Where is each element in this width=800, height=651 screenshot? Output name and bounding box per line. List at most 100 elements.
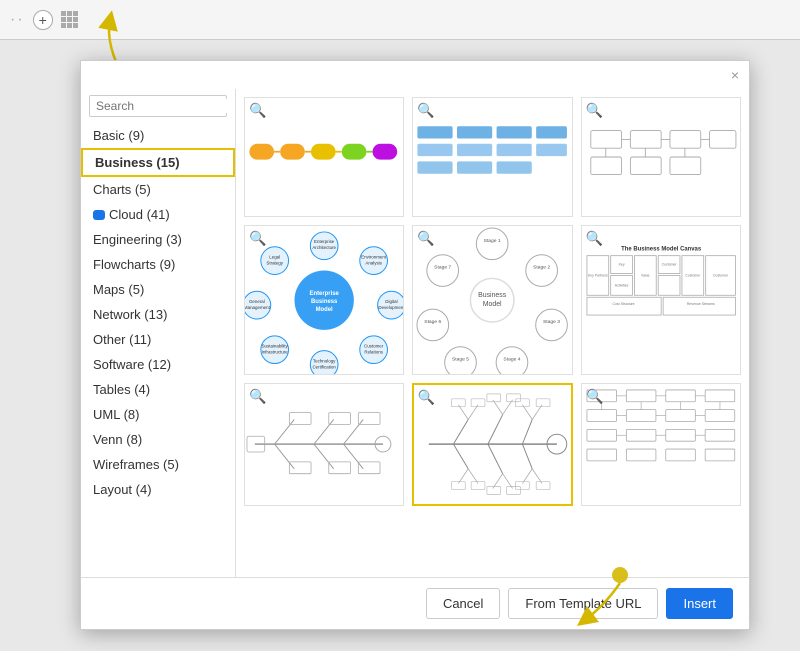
sidebar-item-label-wireframes: Wireframes (5)	[93, 457, 179, 472]
svg-text:Customer: Customer	[713, 273, 729, 277]
sidebar-item-business[interactable]: Business (15)	[81, 148, 235, 177]
svg-text:Stage 3: Stage 3	[543, 319, 560, 325]
template-preview-4: Enterprise Business Model Enterprise Arc…	[245, 226, 403, 374]
svg-text:Revenue Streams: Revenue Streams	[687, 302, 715, 306]
zoom-icon-6: 🔍	[586, 230, 603, 247]
svg-text:Model: Model	[483, 301, 502, 308]
svg-text:Enterprise: Enterprise	[314, 239, 335, 244]
sidebar-item-venn[interactable]: Venn (8)	[81, 427, 235, 452]
svg-text:Environment: Environment	[361, 255, 387, 260]
cloud-icon	[93, 210, 105, 220]
svg-text:Customer: Customer	[661, 263, 677, 267]
sidebar-item-label-cloud: Cloud (41)	[109, 207, 170, 222]
svg-text:Activities: Activities	[614, 283, 628, 287]
sidebar-item-label-engineering: Engineering (3)	[93, 232, 182, 247]
template-preview-8	[414, 385, 572, 503]
template-preview-5: Business Model Stage 1 Stage 2 Stage 3 S…	[413, 226, 571, 374]
template-preview-3	[582, 98, 740, 216]
from-template-url-button[interactable]: From Template URL	[508, 588, 658, 619]
template-grid: 🔍 🔍	[236, 89, 749, 577]
svg-text:Business: Business	[311, 299, 338, 305]
sidebar-item-other[interactable]: Other (11)	[81, 327, 235, 352]
sidebar-item-label-layout: Layout (4)	[93, 482, 152, 497]
add-button[interactable]: +	[33, 10, 53, 30]
sidebar-item-label-network: Network (13)	[93, 307, 167, 322]
svg-text:Analysis: Analysis	[365, 261, 382, 266]
template-cell-8[interactable]: 🔍	[412, 383, 574, 505]
sidebar-item-engineering[interactable]: Engineering (3)	[81, 227, 235, 252]
sidebar-item-label-software: Software (12)	[93, 357, 171, 372]
svg-text:Business: Business	[478, 292, 507, 299]
svg-text:Relations: Relations	[364, 350, 383, 355]
svg-text:Stage 5: Stage 5	[452, 357, 469, 363]
sidebar-item-wireframes[interactable]: Wireframes (5)	[81, 452, 235, 477]
template-preview-1	[245, 98, 403, 216]
sidebar-item-label-other: Other (11)	[93, 332, 151, 347]
svg-text:Development: Development	[378, 305, 403, 310]
sidebar-item-label-venn: Venn (8)	[93, 432, 142, 447]
svg-text:Technology: Technology	[313, 359, 336, 364]
svg-text:Stage 6: Stage 6	[425, 319, 442, 325]
svg-text:Management: Management	[245, 305, 271, 310]
zoom-icon-5: 🔍	[417, 230, 434, 247]
template-preview-9	[582, 384, 740, 504]
search-box[interactable]: 🔍	[89, 95, 227, 117]
sidebar-item-label-flowcharts: Flowcharts (9)	[93, 257, 175, 272]
svg-text:Digital: Digital	[385, 299, 397, 304]
template-row-1: 🔍 🔍	[244, 97, 741, 217]
toolbar: ·· +	[0, 0, 800, 40]
svg-text:Enterprise: Enterprise	[310, 291, 340, 297]
search-input[interactable]	[96, 99, 236, 113]
template-cell-7[interactable]: 🔍	[244, 383, 404, 505]
sidebar-item-label-business: Business (15)	[95, 155, 180, 170]
sidebar-item-label-basic: Basic (9)	[93, 128, 144, 143]
template-preview-7	[245, 384, 403, 504]
zoom-icon-9: 🔍	[586, 388, 603, 405]
svg-text:Architecture: Architecture	[312, 245, 336, 250]
svg-text:Certification: Certification	[312, 364, 336, 369]
zoom-icon-1: 🔍	[249, 102, 266, 119]
dialog-footer: Cancel From Template URL Insert	[81, 577, 749, 629]
svg-text:Stage 1: Stage 1	[484, 238, 501, 244]
sidebar-item-charts[interactable]: Charts (5)	[81, 177, 235, 202]
zoom-icon-7: 🔍	[249, 388, 266, 405]
toolbar-dots: ··	[10, 11, 25, 29]
sidebar-item-label-tables: Tables (4)	[93, 382, 150, 397]
template-preview-6: The Business Model Canvas Key Partners K…	[582, 226, 740, 374]
template-cell-6[interactable]: 🔍 The Business Model Canvas	[581, 225, 741, 375]
template-cell-2[interactable]: 🔍	[412, 97, 572, 217]
sidebar-item-software[interactable]: Software (12)	[81, 352, 235, 377]
template-cell-4[interactable]: 🔍 Enterprise Business Model Enterprise A…	[244, 225, 404, 375]
svg-text:Infrastructure: Infrastructure	[262, 350, 289, 355]
sidebar-item-layout[interactable]: Layout (4)	[81, 477, 235, 502]
insert-button[interactable]: Insert	[666, 588, 733, 619]
cancel-button[interactable]: Cancel	[426, 588, 500, 619]
svg-text:Value: Value	[641, 273, 650, 277]
svg-text:Customer: Customer	[685, 273, 701, 277]
dialog-body: 🔍 Basic (9) Business (15) Charts (5) Cloud …	[81, 89, 749, 577]
sidebar-item-flowcharts[interactable]: Flowcharts (9)	[81, 252, 235, 277]
template-cell-1[interactable]: 🔍	[244, 97, 404, 217]
grid-icon	[61, 11, 79, 29]
zoom-icon-3: 🔍	[586, 102, 603, 119]
sidebar-item-label-maps: Maps (5)	[93, 282, 144, 297]
svg-text:Key Partners: Key Partners	[588, 273, 608, 277]
template-cell-3[interactable]: 🔍	[581, 97, 741, 217]
zoom-icon-2: 🔍	[417, 102, 434, 119]
sidebar-item-network[interactable]: Network (13)	[81, 302, 235, 327]
zoom-icon-8: 🔍	[418, 389, 435, 406]
close-button[interactable]: ×	[727, 65, 743, 85]
sidebar-item-cloud[interactable]: Cloud (41)	[81, 202, 235, 227]
template-row-3: 🔍	[244, 383, 741, 505]
template-cell-9[interactable]: 🔍	[581, 383, 741, 505]
sidebar-item-basic[interactable]: Basic (9)	[81, 123, 235, 148]
template-cell-5[interactable]: 🔍 Business Model Stage 1 Stage 2 Stage 3	[412, 225, 572, 375]
sidebar-item-tables[interactable]: Tables (4)	[81, 377, 235, 402]
svg-text:Cost Structure: Cost Structure	[612, 302, 634, 306]
svg-text:The Business Model Canvas: The Business Model Canvas	[621, 247, 702, 253]
sidebar-item-maps[interactable]: Maps (5)	[81, 277, 235, 302]
sidebar-item-uml[interactable]: UML (8)	[81, 402, 235, 427]
category-sidebar: 🔍 Basic (9) Business (15) Charts (5) Cloud …	[81, 89, 236, 577]
svg-text:General: General	[249, 299, 265, 304]
svg-text:Stage 2: Stage 2	[533, 265, 550, 271]
